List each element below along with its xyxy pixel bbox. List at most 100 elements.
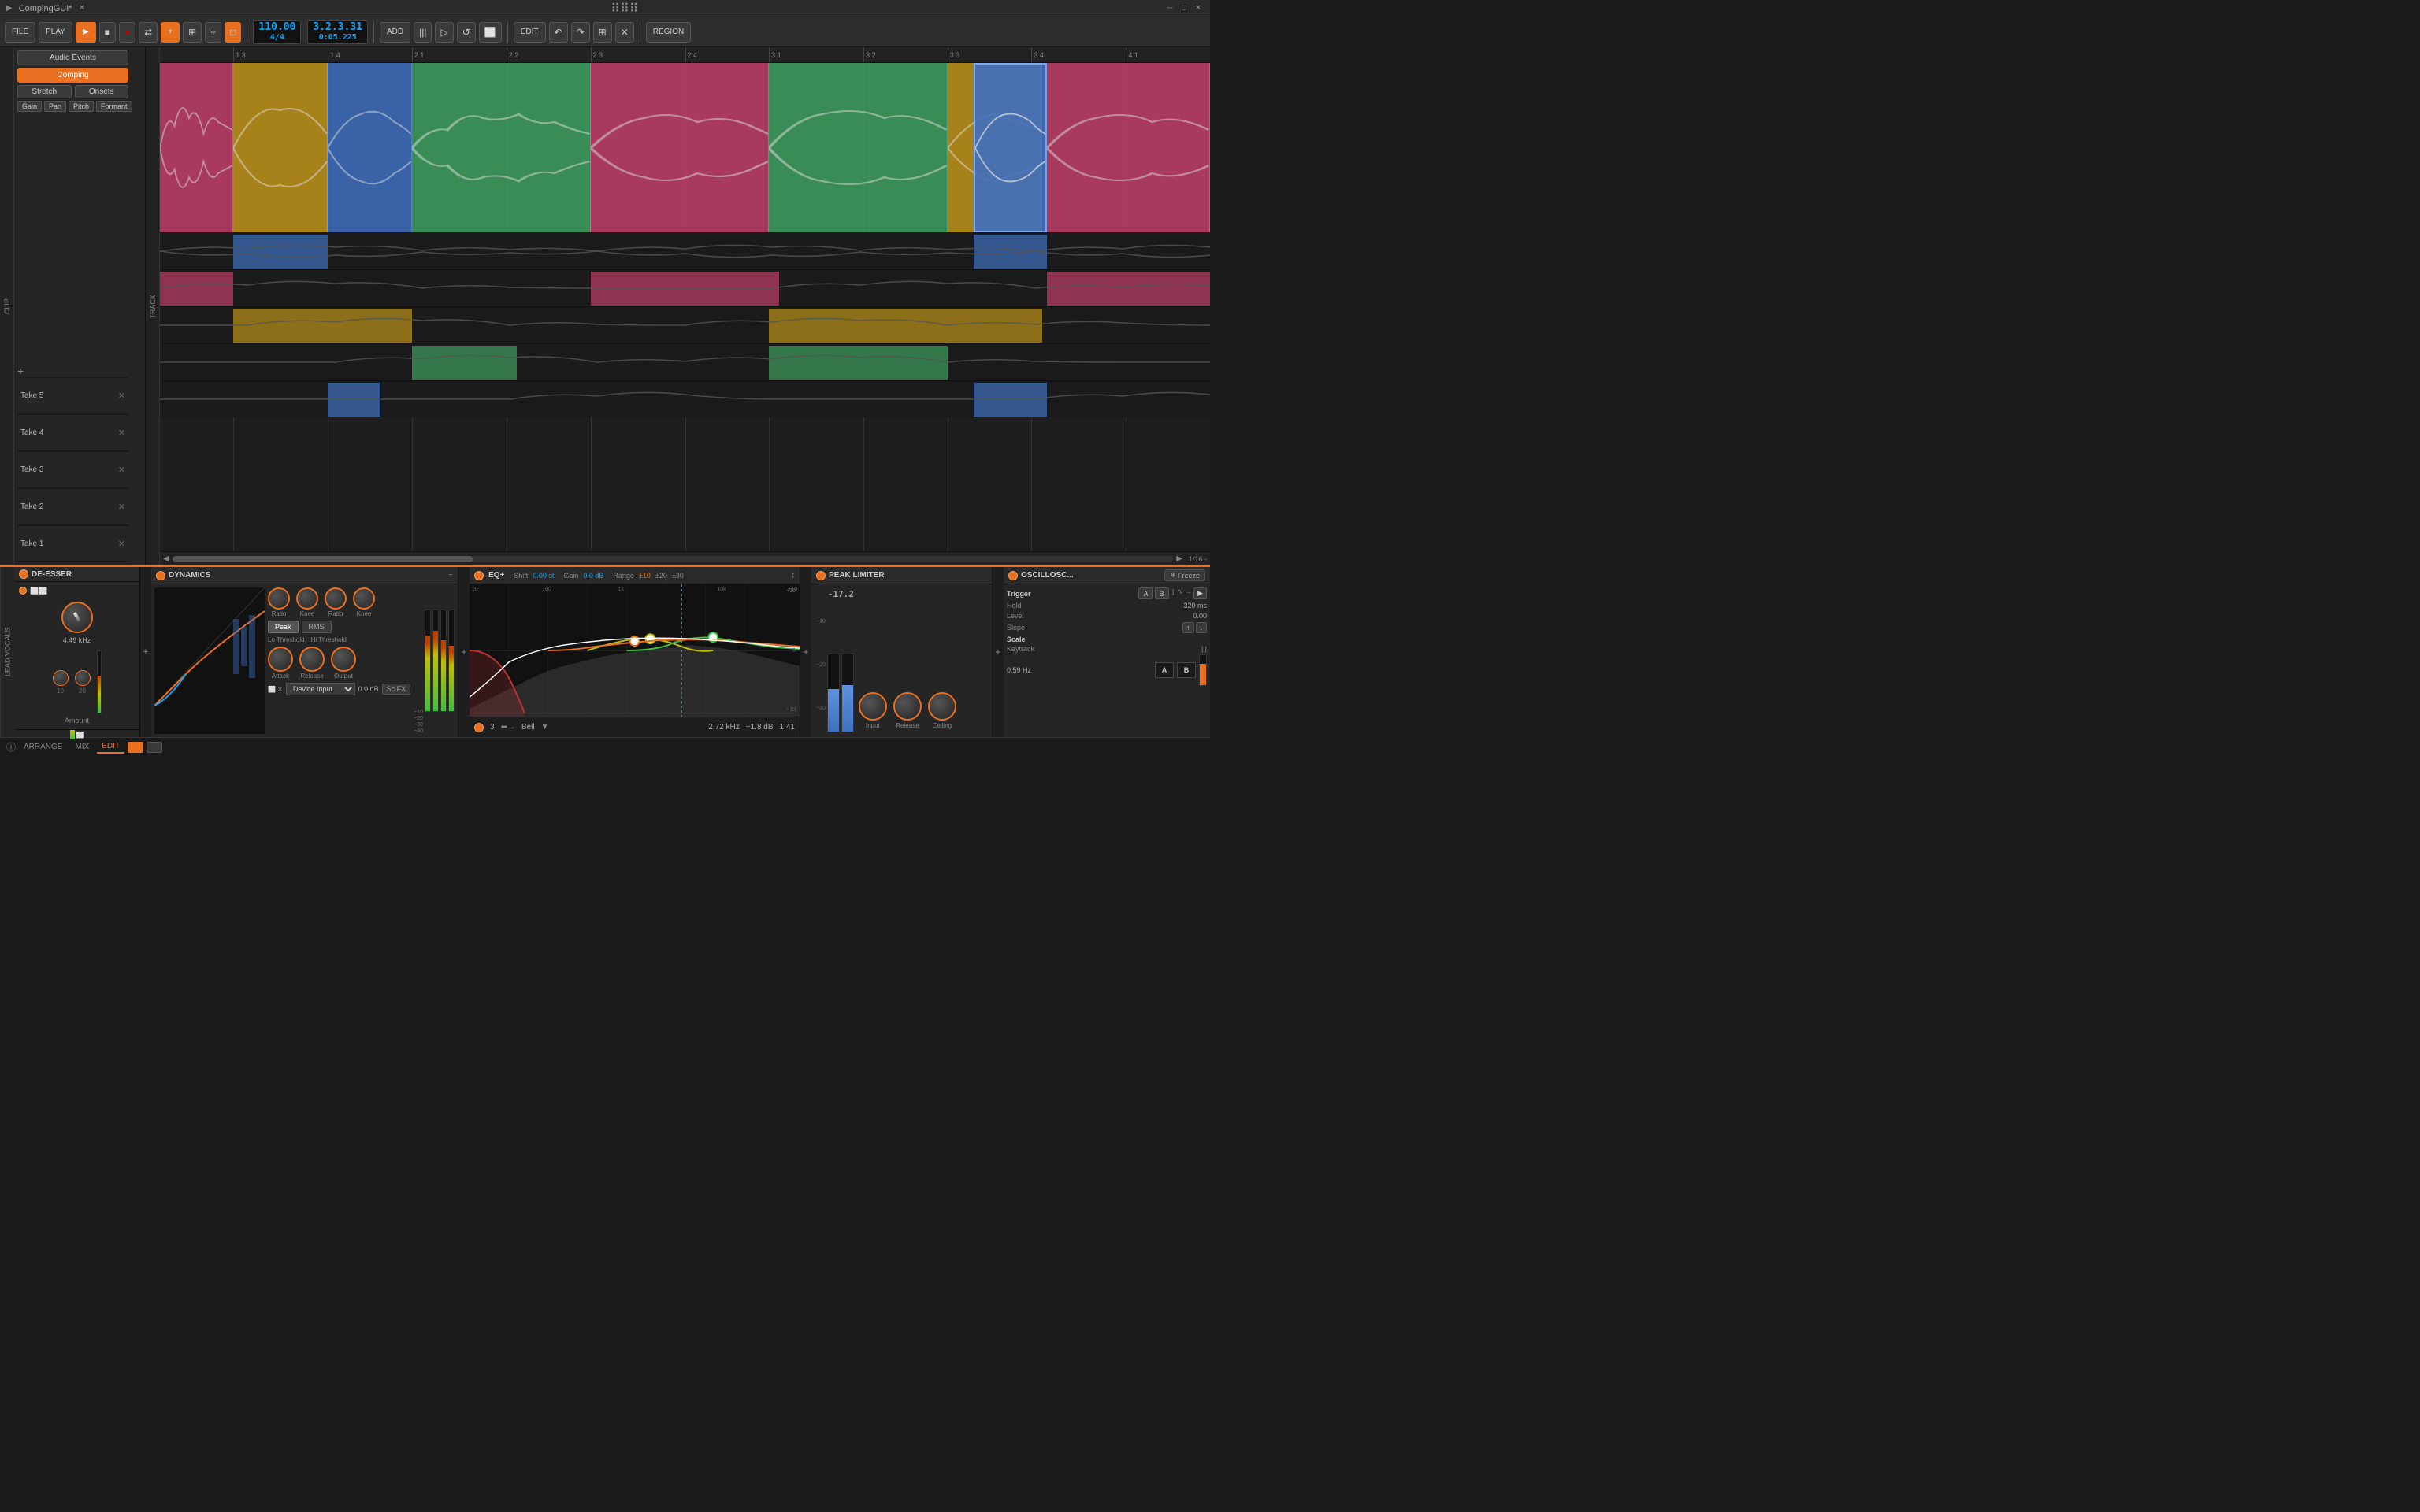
trig-a-button[interactable]: A bbox=[1138, 587, 1152, 599]
peak-ceiling-knob[interactable] bbox=[928, 692, 956, 721]
color-icon-1[interactable] bbox=[128, 742, 143, 753]
copy-button[interactable]: ⊞ bbox=[593, 22, 612, 43]
slope-up-button[interactable]: ↑ bbox=[1182, 622, 1194, 633]
bounce-button[interactable]: ↺ bbox=[457, 22, 476, 43]
gain-button[interactable]: Gain bbox=[17, 101, 42, 112]
maximize-icon[interactable]: □ bbox=[1178, 3, 1190, 14]
mix-tab[interactable]: MIX bbox=[70, 741, 94, 753]
close-tab-icon[interactable]: ✕ bbox=[79, 4, 85, 13]
take3-track[interactable] bbox=[160, 306, 1210, 343]
add-track-button[interactable]: + bbox=[205, 22, 221, 43]
scroll-track[interactable] bbox=[173, 556, 1174, 562]
edit-mode-button[interactable]: □ bbox=[225, 22, 241, 43]
comp-clip-pink-3[interactable] bbox=[1047, 63, 1210, 232]
dynamics-ratio2-knob[interactable] bbox=[325, 587, 347, 610]
take2-track[interactable] bbox=[160, 343, 1210, 380]
comping-button[interactable]: Comping bbox=[17, 68, 128, 83]
position-display[interactable]: 3.2.3.31 0:05.225 bbox=[307, 20, 368, 44]
stretch-button[interactable]: Stretch bbox=[17, 85, 72, 98]
dynamics-ratio1-knob[interactable] bbox=[268, 587, 290, 610]
eq-range2[interactable]: ±20 bbox=[655, 572, 667, 580]
comp-clip-pink-2[interactable] bbox=[591, 63, 770, 232]
de-esser-level2-knob[interactable] bbox=[75, 670, 91, 686]
take5-track[interactable] bbox=[160, 232, 1210, 269]
comp-clip-gold-1[interactable] bbox=[233, 63, 328, 232]
loop-button[interactable]: ⇄ bbox=[139, 22, 158, 43]
dynamics-power[interactable] bbox=[156, 571, 165, 580]
tempo-display[interactable]: 110.00 4/4 bbox=[253, 20, 301, 44]
trig-squiggle-icon[interactable]: ∿ bbox=[1178, 587, 1184, 599]
play2-button[interactable]: ▷ bbox=[435, 22, 453, 43]
sc-fx-button[interactable]: Sc FX bbox=[382, 684, 411, 695]
take5-close[interactable]: ✕ bbox=[118, 391, 125, 401]
de-esser-level-knob[interactable] bbox=[53, 670, 69, 686]
redo-button[interactable]: ↷ bbox=[571, 22, 590, 43]
loop-region-button[interactable]: ||| bbox=[414, 22, 432, 43]
trig-arrow-icon[interactable]: → bbox=[1185, 587, 1192, 599]
peak-button[interactable]: Peak bbox=[268, 621, 299, 633]
trig-b-button[interactable]: B bbox=[1155, 587, 1169, 599]
edit-button[interactable]: EDIT bbox=[514, 22, 546, 43]
add-effect-btn-4[interactable]: + bbox=[993, 567, 1004, 737]
peak-release-knob[interactable] bbox=[893, 692, 922, 721]
undo-button[interactable]: ↶ bbox=[549, 22, 568, 43]
take2-close[interactable]: ✕ bbox=[118, 502, 125, 512]
oscilloscope-power[interactable] bbox=[1008, 571, 1018, 580]
keytrack-icon[interactable]: ||| bbox=[1201, 645, 1207, 653]
take4-track[interactable] bbox=[160, 269, 1210, 306]
eq-range-val[interactable]: ±10 bbox=[639, 572, 651, 580]
eq-power-icon[interactable] bbox=[474, 723, 484, 732]
rms-button[interactable]: RMS bbox=[302, 621, 332, 633]
eq-power[interactable] bbox=[474, 571, 484, 580]
attack-knob[interactable] bbox=[268, 647, 293, 672]
scrollbar[interactable]: ◀ ▶ 1/16 - bbox=[160, 551, 1210, 565]
comp-clip-green-2[interactable] bbox=[769, 63, 948, 232]
export-button[interactable]: ⬜ bbox=[479, 22, 502, 43]
add-take-button[interactable]: + bbox=[17, 246, 128, 377]
comp-clip-blue-1[interactable] bbox=[328, 63, 412, 232]
dynamics-knee2-knob[interactable] bbox=[353, 587, 375, 610]
comp-clip-blue-2[interactable] bbox=[974, 63, 1047, 232]
take4-close[interactable]: ✕ bbox=[118, 428, 125, 438]
pitch-button[interactable]: Pitch bbox=[69, 101, 94, 112]
arrange-tab[interactable]: ARRANGE bbox=[19, 741, 67, 753]
slope-down-button[interactable]: ↓ bbox=[1196, 622, 1208, 633]
trig-play-button[interactable]: ▶ bbox=[1193, 587, 1207, 599]
freeze-button[interactable]: ❄ Freeze bbox=[1164, 569, 1205, 581]
play-button[interactable]: ▶ bbox=[76, 22, 96, 43]
pan-button[interactable]: Pan bbox=[44, 101, 66, 112]
de-esser-freq-knob[interactable] bbox=[61, 602, 93, 633]
trig-bar-icon[interactable]: ||| bbox=[1171, 587, 1176, 599]
take1-close[interactable]: ✕ bbox=[118, 539, 125, 549]
ruler[interactable]: 1.3 1.4 2.1 2.2 2.3 2.4 3.1 3.2 3.3 3.4 … bbox=[160, 47, 1210, 63]
comp-clip-pink-1[interactable] bbox=[160, 63, 233, 232]
audio-events-button[interactable]: Audio Events bbox=[17, 50, 128, 65]
eq-range3[interactable]: ±30 bbox=[672, 572, 684, 580]
add-effect-btn-1[interactable]: + bbox=[140, 567, 151, 737]
peak-limiter-power[interactable] bbox=[816, 571, 826, 580]
add-effect-btn-2[interactable]: + bbox=[458, 567, 470, 737]
dynamics-collapse[interactable]: − bbox=[448, 571, 453, 580]
play-label-button[interactable]: PLAY bbox=[39, 22, 72, 43]
scroll-thumb[interactable] bbox=[173, 556, 473, 562]
minimize-icon[interactable]: ─ bbox=[1164, 3, 1175, 14]
output-knob[interactable] bbox=[331, 647, 356, 672]
release-knob[interactable] bbox=[299, 647, 325, 672]
punch-button[interactable]: + bbox=[161, 22, 180, 43]
dynamics-input-select[interactable]: Device Input bbox=[286, 683, 355, 695]
take1-track[interactable] bbox=[160, 380, 1210, 417]
scroll-left-icon[interactable]: ◀ bbox=[163, 554, 169, 563]
close-icon[interactable]: ✕ bbox=[1193, 3, 1204, 14]
eq-expand-icon[interactable]: ↕ bbox=[791, 571, 795, 580]
add-button[interactable]: ADD bbox=[380, 22, 410, 43]
record-button[interactable]: ● bbox=[119, 22, 135, 43]
dynamics-knee1-knob[interactable] bbox=[296, 587, 318, 610]
stop-button[interactable]: ■ bbox=[99, 22, 116, 43]
region-button[interactable]: REGION bbox=[646, 22, 691, 43]
color-icon-2[interactable] bbox=[147, 742, 162, 753]
waveform-area[interactable] bbox=[160, 63, 1210, 551]
comp-clip-green-1[interactable] bbox=[412, 63, 591, 232]
formant-button[interactable]: Formant bbox=[96, 101, 132, 112]
info-icon[interactable]: ⓘ bbox=[6, 740, 16, 754]
edit-tab[interactable]: EDIT bbox=[97, 740, 124, 754]
